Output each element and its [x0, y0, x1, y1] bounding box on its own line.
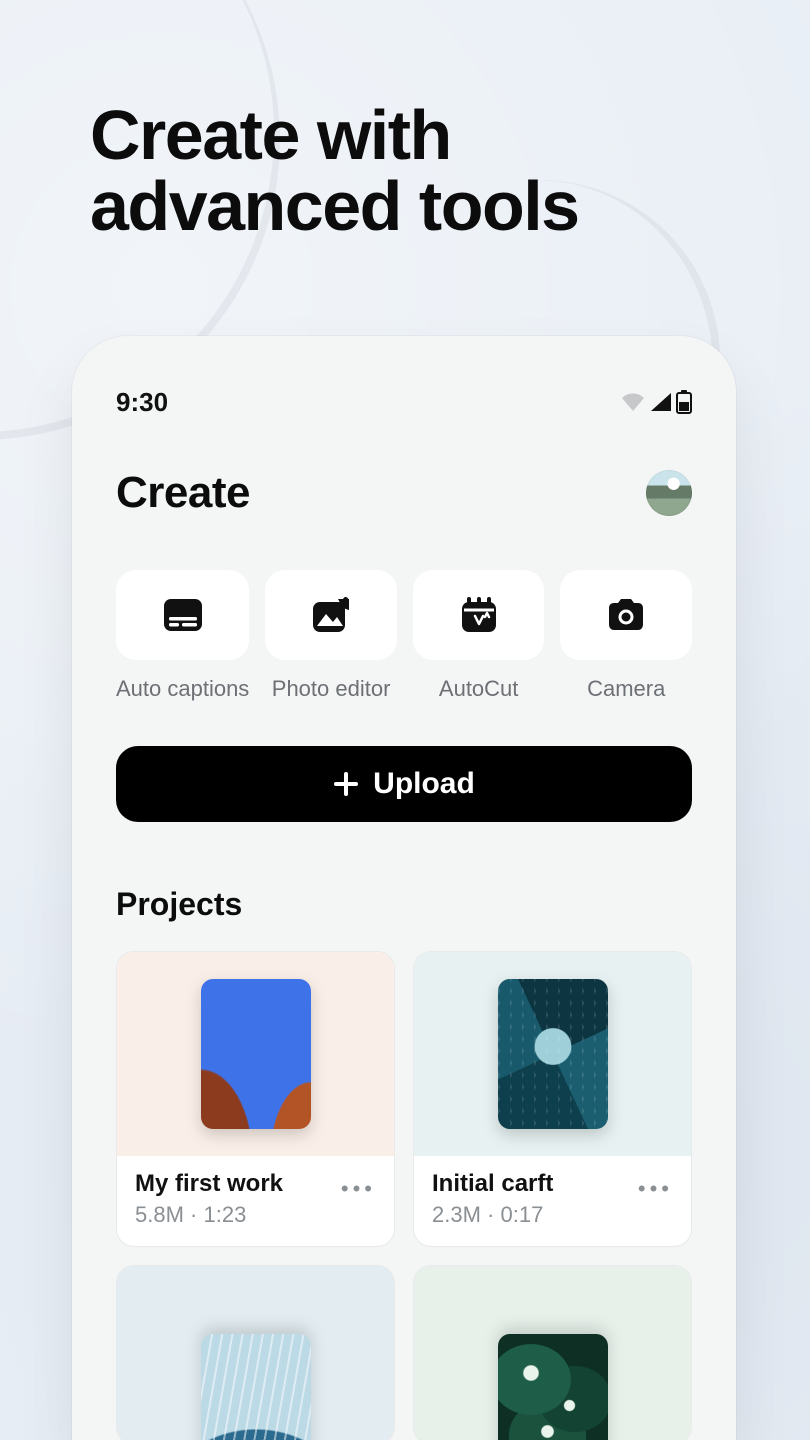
project-thumbnail-stage [117, 1266, 394, 1440]
project-thumbnail-stage [117, 952, 394, 1156]
promo-headline-line1: Create with [90, 100, 579, 171]
tool-label: Camera [587, 676, 665, 702]
project-meta: Initial carft 2.3M · 0:17 ••• [414, 1156, 691, 1246]
project-size: 5.8M [135, 1202, 184, 1227]
page-title: Create [116, 468, 250, 518]
tool-autocut[interactable]: AutoCut [413, 570, 545, 702]
tool-camera[interactable]: Camera [560, 570, 692, 702]
cellular-icon [650, 392, 672, 412]
project-thumbnail [498, 979, 608, 1129]
upload-button[interactable]: Upload [116, 746, 692, 822]
tools-row: Auto captions Photo editor [116, 570, 692, 702]
project-duration: 0:17 [500, 1202, 543, 1227]
tool-label: Auto captions [116, 676, 249, 702]
wifi-icon [620, 392, 646, 412]
tool-label: Photo editor [272, 676, 391, 702]
upload-label: Upload [373, 767, 475, 801]
project-subtitle: 2.3M · 0:17 [432, 1202, 553, 1228]
project-subtitle: 5.8M · 1:23 [135, 1202, 283, 1228]
project-size: 2.3M [432, 1202, 481, 1227]
status-icons [620, 390, 692, 414]
project-thumbnail [498, 1334, 608, 1440]
captions-icon [163, 598, 203, 632]
project-title: Initial carft [432, 1170, 553, 1198]
project-thumbnail-stage [414, 1266, 691, 1440]
projects-grid: My first work 5.8M · 1:23 ••• Initial ca… [116, 951, 692, 1440]
projects-heading: Projects [116, 886, 692, 923]
project-thumbnail [201, 1334, 311, 1440]
project-card[interactable]: Initial carft 2.3M · 0:17 ••• [413, 951, 692, 1247]
tool-tile [116, 570, 249, 660]
more-icon[interactable]: ••• [341, 1176, 376, 1202]
project-title: My first work [135, 1170, 283, 1198]
project-thumbnail-stage [414, 952, 691, 1156]
tool-photo-editor[interactable]: Photo editor [265, 570, 397, 702]
autocut-icon [459, 597, 499, 633]
tool-tile [413, 570, 545, 660]
phone-frame: 9:30 Create [72, 336, 736, 1440]
battery-icon [676, 390, 692, 414]
more-icon[interactable]: ••• [638, 1176, 673, 1202]
project-duration: 1:23 [203, 1202, 246, 1227]
avatar[interactable] [646, 470, 692, 516]
project-card[interactable]: My first work 5.8M · 1:23 ••• [116, 951, 395, 1247]
project-card[interactable] [116, 1265, 395, 1440]
status-time: 9:30 [116, 387, 168, 418]
tool-auto-captions[interactable]: Auto captions [116, 570, 249, 702]
tool-tile [265, 570, 397, 660]
photo-editor-icon [311, 596, 351, 634]
project-card[interactable] [413, 1265, 692, 1440]
project-thumbnail [201, 979, 311, 1129]
promo-headline: Create with advanced tools [90, 100, 579, 243]
promo-headline-line2: advanced tools [90, 171, 579, 242]
camera-icon [605, 598, 647, 632]
plus-icon [333, 771, 359, 797]
project-meta: My first work 5.8M · 1:23 ••• [117, 1156, 394, 1246]
tool-tile [560, 570, 692, 660]
title-row: Create [116, 468, 692, 518]
status-bar: 9:30 [116, 384, 692, 420]
tool-label: AutoCut [439, 676, 519, 702]
